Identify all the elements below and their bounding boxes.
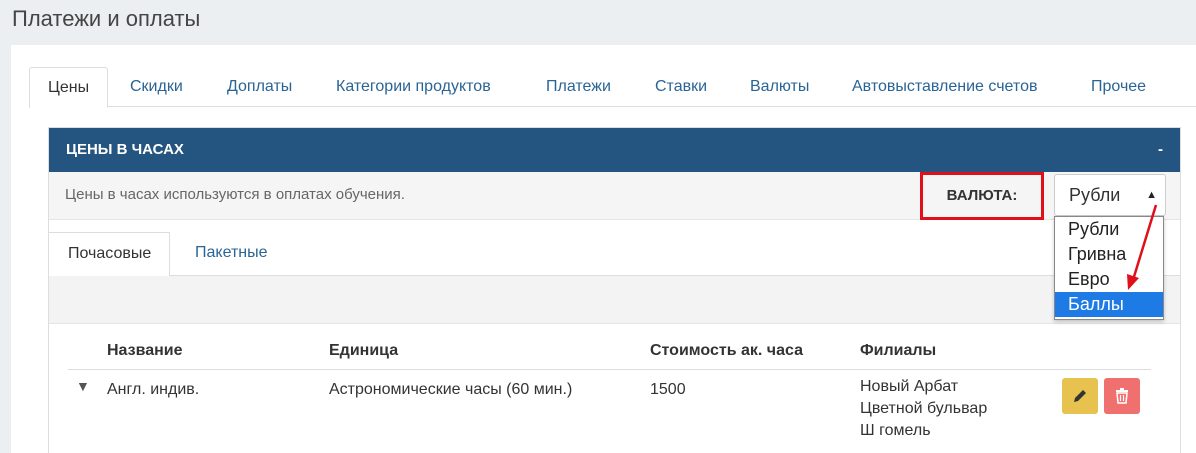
subtab-packages[interactable]: Пакетные (195, 232, 268, 277)
header-divider (68, 369, 1151, 370)
row-unit: Астрономические часы (60 мин.) (329, 381, 573, 398)
panel-title: ЦЕНЫ В ЧАСАХ (66, 141, 184, 158)
panel-header[interactable]: ЦЕНЫ В ЧАСАХ - (49, 128, 1180, 172)
triangle-down-icon[interactable]: ▼ (76, 378, 90, 394)
col-branches-header: Филиалы (860, 342, 937, 359)
delete-button[interactable] (1104, 378, 1140, 414)
tab-discounts[interactable]: Скидки (130, 67, 183, 108)
tab-product-categories[interactable]: Категории продуктов (336, 67, 491, 108)
main-tabs: Цены Скидки Доплаты Категории продуктов … (29, 67, 1196, 108)
tab-currencies[interactable]: Валюты (750, 67, 809, 108)
currency-selected-value: Рубли (1069, 185, 1121, 205)
tab-auto-invoicing[interactable]: Автовыставление счетов (852, 67, 1037, 108)
branch-item: Ш гомель (860, 422, 931, 439)
branch-item: Новый Арбат (860, 378, 959, 395)
row-cost: 1500 (650, 381, 686, 398)
sub-tabs: Почасовые Пакетные (49, 232, 1180, 277)
tab-surcharges[interactable]: Доплаты (227, 67, 292, 108)
currency-dropdown: Рубли Гривна Евро Баллы (1054, 216, 1164, 320)
pencil-icon (1074, 390, 1086, 402)
currency-option-points[interactable]: Баллы (1055, 292, 1163, 317)
page-title: Платежи и оплаты (12, 6, 201, 31)
content-card: Цены Скидки Доплаты Категории продуктов … (11, 45, 1196, 453)
trash-icon (1116, 388, 1128, 404)
toolbar-band (49, 276, 1180, 324)
currency-option-rub[interactable]: Рубли (1055, 217, 1163, 242)
tab-rates[interactable]: Ставки (655, 67, 707, 108)
info-text: Цены в часах используются в оплатах обуч… (65, 186, 405, 203)
currency-option-eur[interactable]: Евро (1055, 267, 1163, 292)
col-name-header: Название (107, 342, 183, 359)
tab-prices[interactable]: Цены (29, 67, 109, 108)
edit-button[interactable] (1062, 378, 1098, 414)
col-unit-header: Единица (329, 342, 399, 359)
currency-label: ВАЛЮТА: (920, 172, 1044, 220)
subtab-hourly[interactable]: Почасовые (49, 232, 171, 277)
tab-payments[interactable]: Платежи (546, 67, 611, 108)
row-name: Англ. индив. (107, 381, 200, 398)
currency-option-uah[interactable]: Гривна (1055, 242, 1163, 267)
col-cost-header: Стоимость ак. часа (650, 342, 803, 359)
row-branches: Новый Арбат Цветной бульвар Ш гомель (860, 376, 987, 442)
currency-select[interactable]: Рубли ▲▼ (1054, 174, 1166, 241)
info-row: Цены в часах используются в оплатах обуч… (49, 172, 1180, 241)
branch-item: Цветной бульвар (860, 400, 988, 417)
tab-other[interactable]: Прочее (1091, 67, 1146, 108)
prices-panel: ЦЕНЫ В ЧАСАХ - Цены в часах используются… (48, 127, 1181, 453)
collapse-button[interactable]: - (1158, 128, 1163, 172)
